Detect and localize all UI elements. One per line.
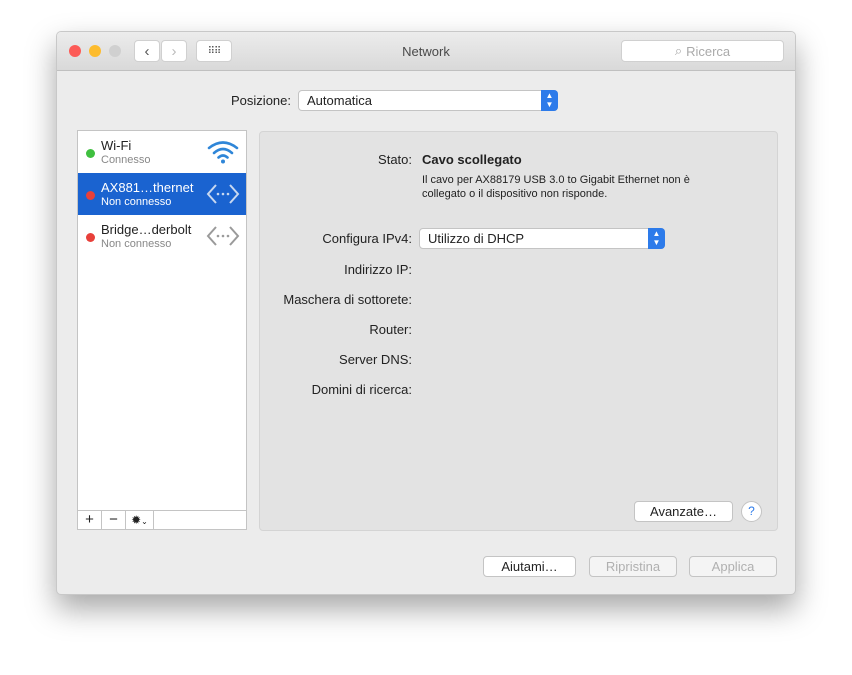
dns-label: Server DNS: — [339, 352, 412, 367]
location-label: Posizione: — [231, 93, 291, 108]
service-list: Wi-Fi Connesso AX881…thernet Non conness… — [77, 130, 247, 530]
ipv4-label: Configura IPv4: — [322, 231, 412, 246]
status-value: Cavo scollegato — [422, 152, 522, 167]
ipv4-select[interactable]: Utilizzo di DHCP ▲ ▼ — [419, 228, 665, 249]
service-bridge-thunderbolt[interactable]: Bridge…derbolt Non connesso — [78, 215, 246, 257]
service-ax88179-ethernet[interactable]: AX881…thernet Non connesso — [78, 173, 246, 215]
wifi-icon — [207, 141, 239, 164]
service-wifi[interactable]: Wi-Fi Connesso — [78, 131, 246, 173]
updown-icon: ▲ ▼ — [648, 228, 665, 249]
search-domains-label: Domini di ricerca: — [311, 382, 412, 397]
revert-button[interactable]: Ripristina — [589, 556, 677, 577]
status-dot — [86, 233, 95, 242]
advanced-button[interactable]: Avanzate… — [634, 501, 733, 522]
updown-icon: ▲ ▼ — [541, 90, 558, 111]
search-placeholder: Ricerca — [686, 43, 731, 59]
service-status: Non connesso — [101, 238, 172, 250]
chevron-down-icon: ⌄ — [141, 517, 148, 526]
ipv4-value: Utilizzo di DHCP — [428, 231, 525, 246]
service-status: Connesso — [101, 154, 151, 166]
search-input[interactable]: ⌕ Ricerca — [621, 40, 784, 62]
help-button[interactable]: ? — [741, 501, 762, 522]
subnet-mask-label: Maschera di sottorete: — [283, 292, 412, 307]
ip-address-label: Indirizzo IP: — [344, 262, 412, 277]
network-window: ‹ › ⠿⠿ Network ⌕ Ricerca Posizione: Autom… — [56, 31, 796, 595]
remove-service-button[interactable]: − — [102, 511, 126, 529]
detail-panel: Stato: Cavo scollegato Il cavo per AX881… — [259, 131, 778, 531]
add-service-button[interactable]: + — [78, 511, 102, 529]
service-list-toolbar: + − ✹⌄ — [78, 510, 246, 529]
location-value: Automatica — [307, 93, 373, 108]
status-dot — [86, 149, 95, 158]
ethernet-icon — [206, 184, 240, 204]
titlebar: ‹ › ⠿⠿ Network ⌕ Ricerca — [57, 32, 795, 71]
action-menu-button[interactable]: ✹⌄ — [126, 511, 154, 529]
assist-button[interactable]: Aiutami… — [483, 556, 576, 577]
service-name: Bridge…derbolt — [101, 222, 192, 237]
status-label: Stato: — [378, 152, 412, 167]
router-label: Router: — [369, 322, 412, 337]
service-name: Wi-Fi — [101, 138, 132, 153]
ethernet-icon — [206, 226, 240, 246]
status-dot — [86, 191, 95, 200]
gear-icon: ✹ — [131, 513, 142, 527]
location-select[interactable]: Automatica ▲ ▼ — [298, 90, 558, 111]
service-status: Non connesso — [101, 196, 172, 208]
status-description: Il cavo per AX88179 USB 3.0 to Gigabit E… — [422, 174, 690, 200]
apply-button[interactable]: Applica — [689, 556, 777, 577]
service-name: AX881…thernet — [101, 180, 194, 195]
search-icon: ⌕ — [674, 43, 683, 58]
